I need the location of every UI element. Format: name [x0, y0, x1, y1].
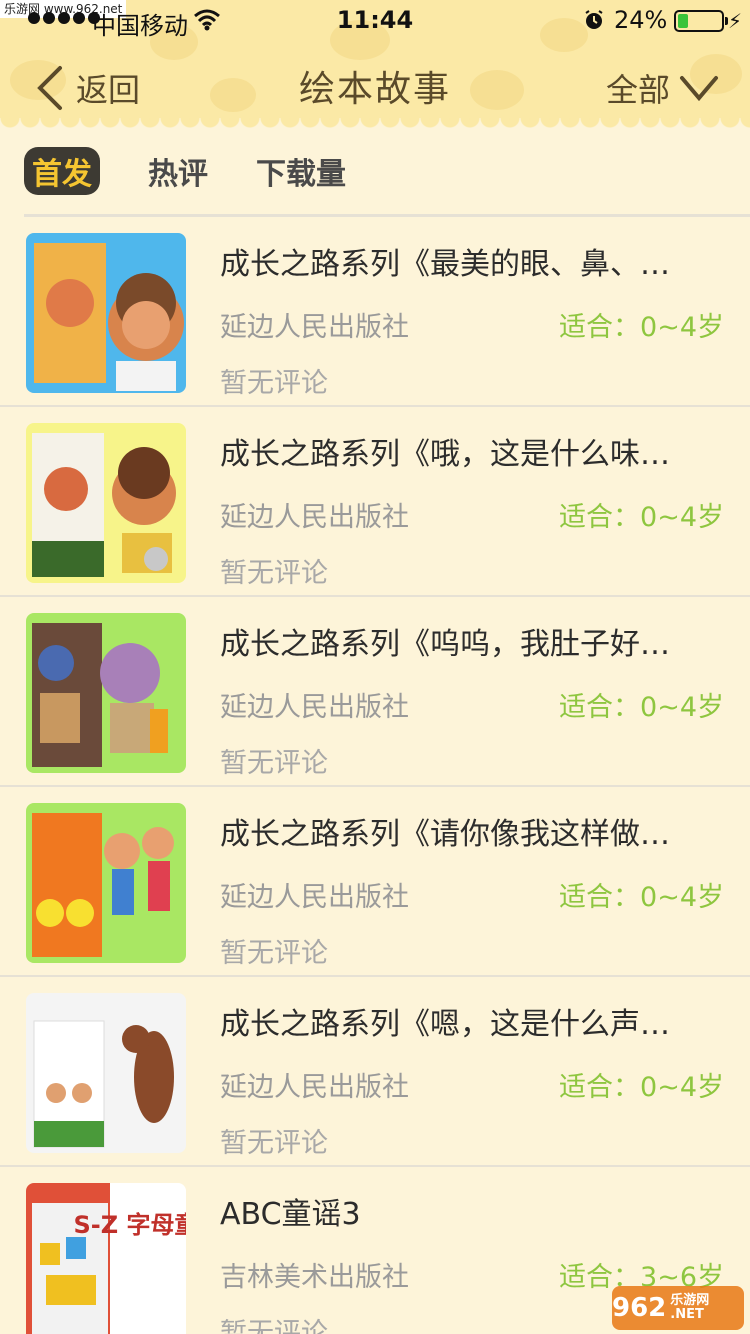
book-comments: 暂无评论 [220, 368, 328, 399]
book-publisher: 延边人民出版社 [220, 502, 409, 533]
book-title: 成长之路系列《最美的眼、鼻、… [220, 247, 670, 282]
book-comments: 暂无评论 [220, 1128, 328, 1159]
book-item[interactable]: 成长之路系列《最美的眼、鼻、… 延边人民出版社 适合：0~4岁 暂无评论 [0, 217, 750, 407]
book-cover [26, 233, 186, 393]
book-title: ABC童谣3 [220, 1197, 361, 1232]
book-comments: 暂无评论 [220, 1318, 328, 1334]
book-cover [26, 993, 186, 1153]
book-cover-image [26, 423, 186, 583]
book-age-range: 适合：0~4岁 [559, 502, 724, 533]
book-cover-image [26, 993, 186, 1153]
book-cover-image [26, 803, 186, 963]
book-item[interactable]: 成长之路系列《请你像我这样做… 延边人民出版社 适合：0~4岁 暂无评论 [0, 787, 750, 977]
book-list: 成长之路系列《最美的眼、鼻、… 延边人民出版社 适合：0~4岁 暂无评论 成长之… [0, 217, 750, 1334]
charging-icon: ⚡ [728, 9, 743, 33]
book-title: 成长之路系列《呜呜，我肚子好… [220, 627, 670, 662]
watermark-brand: 962 [612, 1293, 667, 1323]
battery-percent: 24% [614, 6, 668, 34]
book-cover [26, 803, 186, 963]
chevron-down-icon [680, 76, 718, 102]
sort-tabs: 首发 热评 下载量 [24, 146, 394, 196]
tab-hot-reviews[interactable]: 热评 [148, 149, 208, 193]
book-item[interactable]: 成长之路系列《呜呜，我肚子好… 延边人民出版社 适合：0~4岁 暂无评论 [0, 597, 750, 787]
nav-header: 乐游网 www.962.net 中国移动 11:44 24% ⚡ 返回 绘本故事 [0, 0, 750, 130]
book-comments: 暂无评论 [220, 748, 328, 779]
book-publisher: 延边人民出版社 [220, 882, 409, 913]
filter-dropdown[interactable]: 全部 [606, 60, 720, 116]
book-comments: 暂无评论 [220, 558, 328, 589]
status-bar: 乐游网 www.962.net 中国移动 11:44 24% ⚡ [0, 0, 750, 40]
tab-first-release[interactable]: 首发 [24, 147, 100, 195]
filter-label: 全部 [605, 71, 670, 109]
book-item[interactable]: 成长之路系列《哦，这是什么味… 延边人民出版社 适合：0~4岁 暂无评论 [0, 407, 750, 597]
book-comments: 暂无评论 [220, 938, 328, 969]
cover-caption: S-Z 字母童谣 [73, 1211, 186, 1239]
book-cover: S-Z 字母童谣 [26, 1183, 186, 1334]
battery-level [678, 14, 688, 28]
book-title: 成长之路系列《嗯，这是什么声… [220, 1007, 670, 1042]
book-cover [26, 613, 186, 773]
book-cover-image: S-Z 字母童谣 [26, 1183, 186, 1334]
book-cover [26, 423, 186, 583]
book-cover-image [26, 233, 186, 393]
book-age-range: 适合：0~4岁 [559, 692, 724, 723]
book-cover-image [26, 613, 186, 773]
book-publisher: 延边人民出版社 [220, 312, 409, 343]
book-publisher: 延边人民出版社 [220, 692, 409, 723]
book-age-range: 适合：0~4岁 [559, 312, 724, 343]
book-title: 成长之路系列《哦，这是什么味… [220, 437, 670, 472]
book-age-range: 适合：0~4岁 [559, 1072, 724, 1103]
watermark-bottom-right: 962 乐游网 .NET [612, 1286, 744, 1330]
alarm-icon [585, 10, 603, 29]
tab-downloads[interactable]: 下载量 [256, 149, 346, 193]
book-title: 成长之路系列《请你像我这样做… [220, 817, 670, 852]
book-item[interactable]: 成长之路系列《嗯，这是什么声… 延边人民出版社 适合：0~4岁 暂无评论 [0, 977, 750, 1167]
book-publisher: 延边人民出版社 [220, 1072, 409, 1103]
book-publisher: 吉林美术出版社 [220, 1262, 409, 1293]
watermark-sub: 乐游网 .NET [670, 1293, 710, 1322]
book-age-range: 适合：0~4岁 [559, 882, 724, 913]
battery-icon [674, 10, 728, 32]
header-scallop-edge [0, 118, 750, 130]
